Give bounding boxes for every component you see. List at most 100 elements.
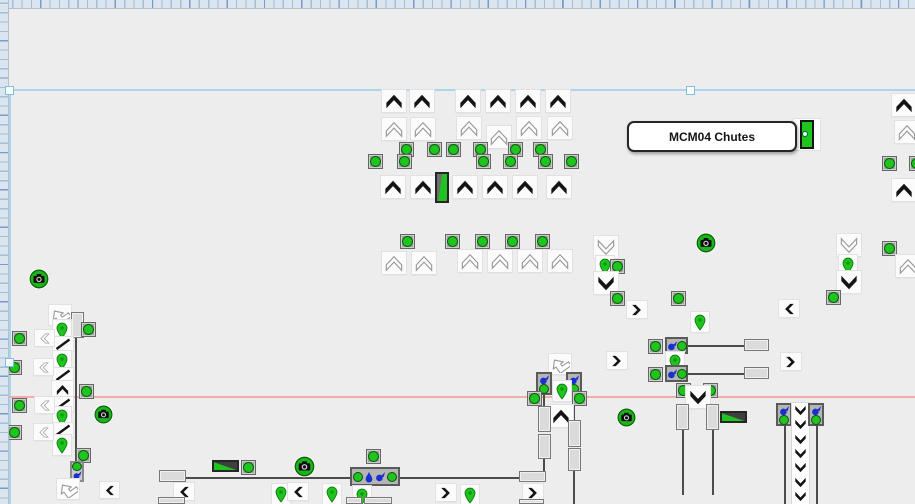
pump-status-box[interactable] xyxy=(776,403,792,426)
selection-handle[interactable] xyxy=(686,86,695,95)
status-led[interactable] xyxy=(503,154,518,169)
chevron-up-black-icon[interactable] xyxy=(483,176,507,198)
chevron-right-black-icon[interactable] xyxy=(607,352,627,369)
pump-status-box[interactable] xyxy=(665,365,688,382)
status-led[interactable] xyxy=(826,290,841,305)
chevron-up-black-icon[interactable] xyxy=(516,90,540,112)
chevron-up-white-icon[interactable] xyxy=(457,117,481,139)
status-led[interactable] xyxy=(538,154,553,169)
chevron-up-white-icon[interactable] xyxy=(895,121,915,143)
status-led[interactable] xyxy=(648,367,663,382)
status-led[interactable] xyxy=(535,234,550,249)
status-led[interactable] xyxy=(366,449,381,464)
block-shape[interactable] xyxy=(364,497,392,504)
location-pin-icon[interactable] xyxy=(53,435,71,455)
chevron-up-white-icon[interactable] xyxy=(548,250,572,272)
status-led[interactable] xyxy=(81,322,96,337)
chevron-up-white-icon[interactable] xyxy=(548,117,572,139)
connector-line[interactable] xyxy=(688,373,745,375)
chevron-up-white-icon[interactable] xyxy=(517,117,541,139)
location-pin-icon[interactable] xyxy=(323,484,341,504)
chute-chevron-stack[interactable] xyxy=(792,403,809,504)
turn-arrow-icon[interactable] xyxy=(549,354,571,374)
chevron-right-black-icon[interactable] xyxy=(627,301,647,318)
status-led[interactable] xyxy=(476,154,491,169)
connector-line[interactable] xyxy=(712,429,714,495)
chevron-down-white-icon[interactable] xyxy=(837,234,861,256)
block-shape[interactable] xyxy=(744,367,769,379)
chevron-up-white-icon[interactable] xyxy=(412,252,436,274)
tank-shape[interactable] xyxy=(538,434,551,459)
red-guide-line[interactable] xyxy=(8,396,915,398)
pump-cluster-box[interactable] xyxy=(350,467,400,486)
chevron-left-white-icon[interactable] xyxy=(34,424,53,440)
status-led[interactable] xyxy=(445,234,460,249)
status-led[interactable] xyxy=(882,241,897,256)
ruler-top[interactable] xyxy=(0,0,915,9)
chevron-up-black-icon[interactable] xyxy=(892,94,915,116)
chevron-left-black-icon[interactable] xyxy=(779,300,799,317)
status-led[interactable] xyxy=(564,154,579,169)
chevron-up-black-icon[interactable] xyxy=(547,176,571,198)
status-led[interactable] xyxy=(427,142,442,157)
status-led[interactable] xyxy=(12,398,27,413)
camera-icon[interactable] xyxy=(695,232,717,254)
location-pin-icon[interactable] xyxy=(553,381,571,401)
status-led[interactable] xyxy=(610,291,625,306)
selection-handle[interactable] xyxy=(5,86,14,95)
chevron-up-black-icon[interactable] xyxy=(453,176,477,198)
chevron-right-black-icon[interactable] xyxy=(436,484,456,501)
chevron-up-black-icon[interactable] xyxy=(411,176,435,198)
status-led[interactable] xyxy=(882,156,897,171)
location-pin-icon[interactable] xyxy=(461,485,479,504)
block-shape[interactable] xyxy=(158,497,185,504)
turn-arrow-icon[interactable] xyxy=(57,479,79,499)
chevron-left-white-icon[interactable] xyxy=(34,359,53,375)
status-led[interactable] xyxy=(368,154,383,169)
selection-guide-vertical[interactable] xyxy=(9,90,11,504)
status-led[interactable] xyxy=(505,234,520,249)
status-led[interactable] xyxy=(400,234,415,249)
camera-icon[interactable] xyxy=(93,404,114,425)
status-led[interactable] xyxy=(527,391,542,406)
chevron-up-black-icon[interactable] xyxy=(381,176,405,198)
status-led[interactable] xyxy=(572,391,587,406)
chevron-up-black-icon[interactable] xyxy=(382,90,406,112)
status-led[interactable] xyxy=(648,339,663,354)
status-led[interactable] xyxy=(475,234,490,249)
status-led[interactable] xyxy=(12,331,27,346)
chevron-left-white-icon[interactable] xyxy=(35,330,54,346)
location-pin-icon[interactable] xyxy=(691,312,709,332)
chevron-up-white-icon[interactable] xyxy=(382,252,406,274)
chevron-left-black-icon[interactable] xyxy=(288,483,308,500)
tank-shape[interactable] xyxy=(676,404,689,430)
block-shape[interactable] xyxy=(519,499,544,504)
chevron-right-black-icon[interactable] xyxy=(781,353,801,370)
level-gauge[interactable] xyxy=(435,172,449,203)
selection-handle[interactable] xyxy=(5,358,14,367)
connector-line[interactable] xyxy=(75,338,77,462)
status-led[interactable] xyxy=(79,384,94,399)
chevron-up-black-icon[interactable] xyxy=(410,90,434,112)
chevron-up-black-icon[interactable] xyxy=(456,90,480,112)
camera-icon[interactable] xyxy=(28,268,50,290)
chevron-down-white-icon[interactable] xyxy=(594,236,618,258)
status-led[interactable] xyxy=(397,154,412,169)
ruler-left[interactable] xyxy=(0,0,9,504)
status-led[interactable] xyxy=(241,460,256,475)
connector-line[interactable] xyxy=(573,470,575,504)
chevron-up-white-icon[interactable] xyxy=(488,250,512,272)
block-shape[interactable] xyxy=(744,339,769,351)
tank-shape[interactable] xyxy=(538,406,551,432)
canvas[interactable]: MCM04 Chutes xyxy=(0,0,915,504)
connector-line[interactable] xyxy=(688,345,745,347)
block-shape[interactable] xyxy=(519,471,546,482)
belt-segment-icon[interactable] xyxy=(53,368,73,382)
chevron-up-black-icon[interactable] xyxy=(892,179,915,201)
status-led[interactable] xyxy=(446,142,461,157)
chute-group-label-button[interactable]: MCM04 Chutes xyxy=(627,121,797,152)
belt-wedge-gauge[interactable] xyxy=(720,411,747,423)
connector-line[interactable] xyxy=(816,424,818,504)
chevron-up-white-icon[interactable] xyxy=(458,250,482,272)
chevron-up-black-icon[interactable] xyxy=(52,381,73,398)
